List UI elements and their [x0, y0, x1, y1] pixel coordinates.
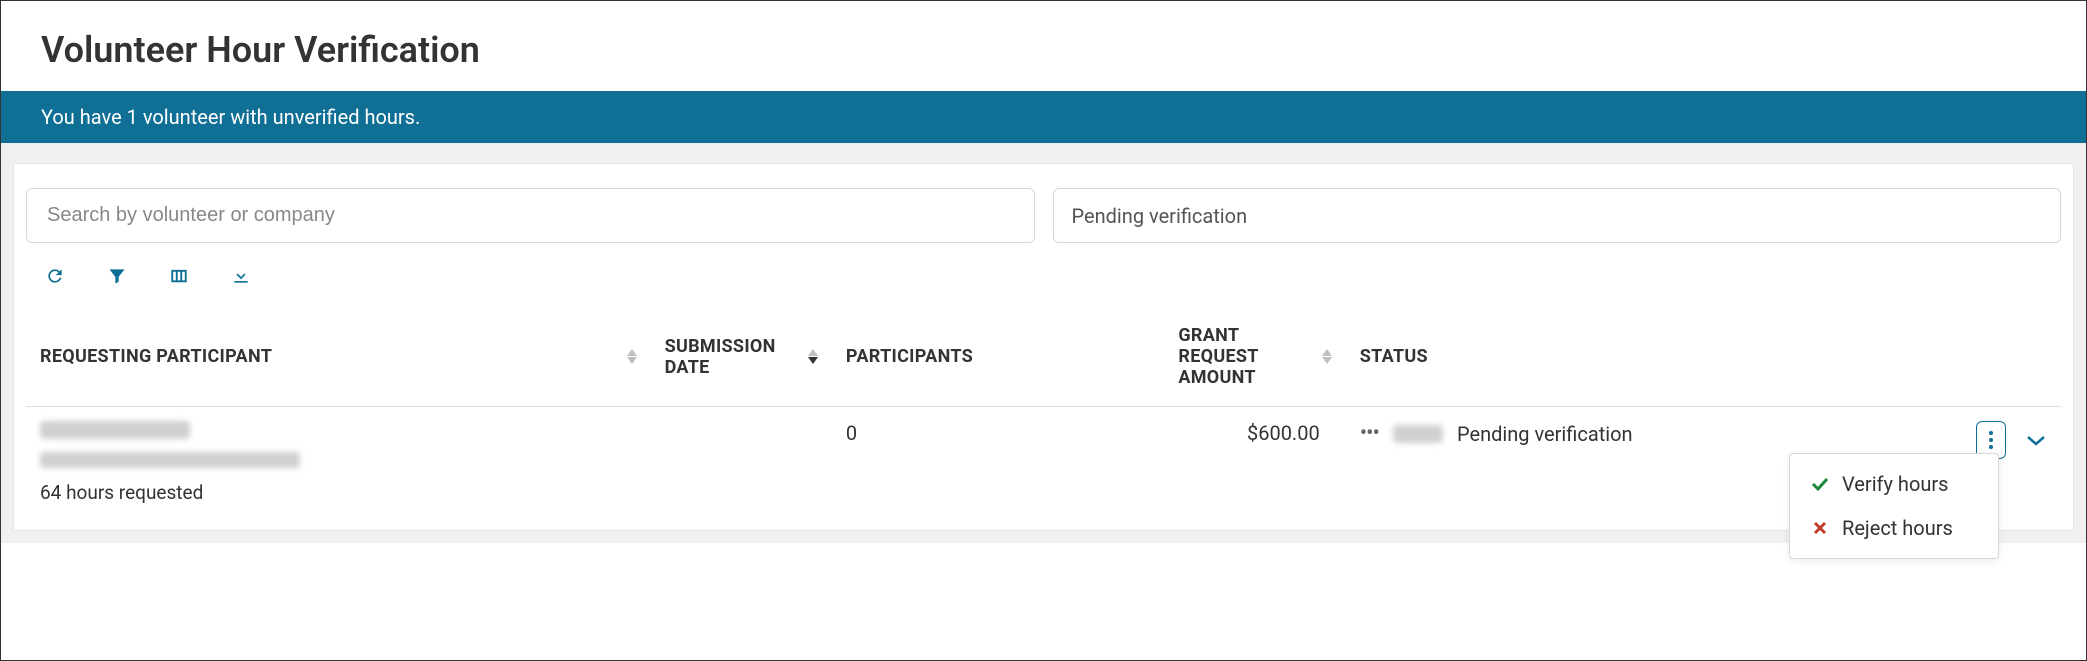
- check-icon: [1810, 477, 1830, 491]
- col-header-status[interactable]: STATUS: [1346, 307, 1961, 407]
- refresh-icon[interactable]: [42, 265, 68, 287]
- sort-icon: [1322, 349, 1332, 364]
- status-filter-value: Pending verification: [1072, 204, 1248, 228]
- menu-verify-hours[interactable]: Verify hours: [1790, 462, 1998, 506]
- table-header-row: REQUESTING PARTICIPANT SUBMISSION DATE: [26, 307, 2061, 407]
- row-actions-menu: Verify hours Reject hours: [1789, 453, 1999, 559]
- cell-participant: 64 hours requested: [26, 407, 651, 519]
- table-row: 64 hours requested 0 $600.00 ••• Pending…: [26, 407, 2061, 519]
- search-input-wrap[interactable]: [26, 188, 1035, 243]
- cell-submission-date: [651, 407, 832, 519]
- filters-row: Pending verification: [26, 188, 2061, 243]
- search-input[interactable]: [45, 203, 1016, 228]
- redacted-company: [1393, 425, 1443, 443]
- col-header-participant[interactable]: REQUESTING PARTICIPANT: [26, 307, 651, 407]
- status-filter-select[interactable]: Pending verification: [1053, 188, 2062, 243]
- cell-participants: 0: [832, 407, 1164, 519]
- page-title: Volunteer Hour Verification: [1, 1, 2086, 91]
- sort-icon: [627, 349, 637, 364]
- ellipsis-icon: •••: [1360, 421, 1379, 446]
- filter-icon[interactable]: [104, 265, 130, 287]
- download-icon[interactable]: [228, 265, 254, 287]
- menu-reject-hours[interactable]: Reject hours: [1790, 506, 1998, 550]
- redacted-email: [40, 452, 300, 468]
- hours-requested: 64 hours requested: [40, 481, 637, 504]
- content-area: Pending verification: [1, 143, 2086, 543]
- notice-banner: You have 1 volunteer with unverified hou…: [1, 91, 2086, 143]
- col-header-actions: [1960, 307, 2061, 407]
- verification-table: REQUESTING PARTICIPANT SUBMISSION DATE: [26, 307, 2061, 518]
- expand-row-chevron-icon[interactable]: [2025, 433, 2047, 447]
- col-header-grant-amount[interactable]: GRANT REQUEST AMOUNT: [1164, 307, 1345, 407]
- table-toolbar: [26, 257, 2061, 307]
- col-header-participants[interactable]: PARTICIPANTS: [832, 307, 1164, 407]
- status-text: Pending verification: [1457, 422, 1633, 446]
- redacted-name: [40, 421, 190, 439]
- main-panel: Pending verification: [13, 163, 2074, 531]
- col-header-submission-date[interactable]: SUBMISSION DATE: [651, 307, 832, 407]
- cell-amount: $600.00: [1164, 407, 1345, 519]
- cell-actions: Verify hours Reject hours: [1960, 407, 2061, 519]
- columns-icon[interactable]: [166, 265, 192, 287]
- sort-icon: [808, 349, 818, 364]
- app-window: Volunteer Hour Verification You have 1 v…: [0, 0, 2087, 661]
- close-icon: [1810, 521, 1830, 535]
